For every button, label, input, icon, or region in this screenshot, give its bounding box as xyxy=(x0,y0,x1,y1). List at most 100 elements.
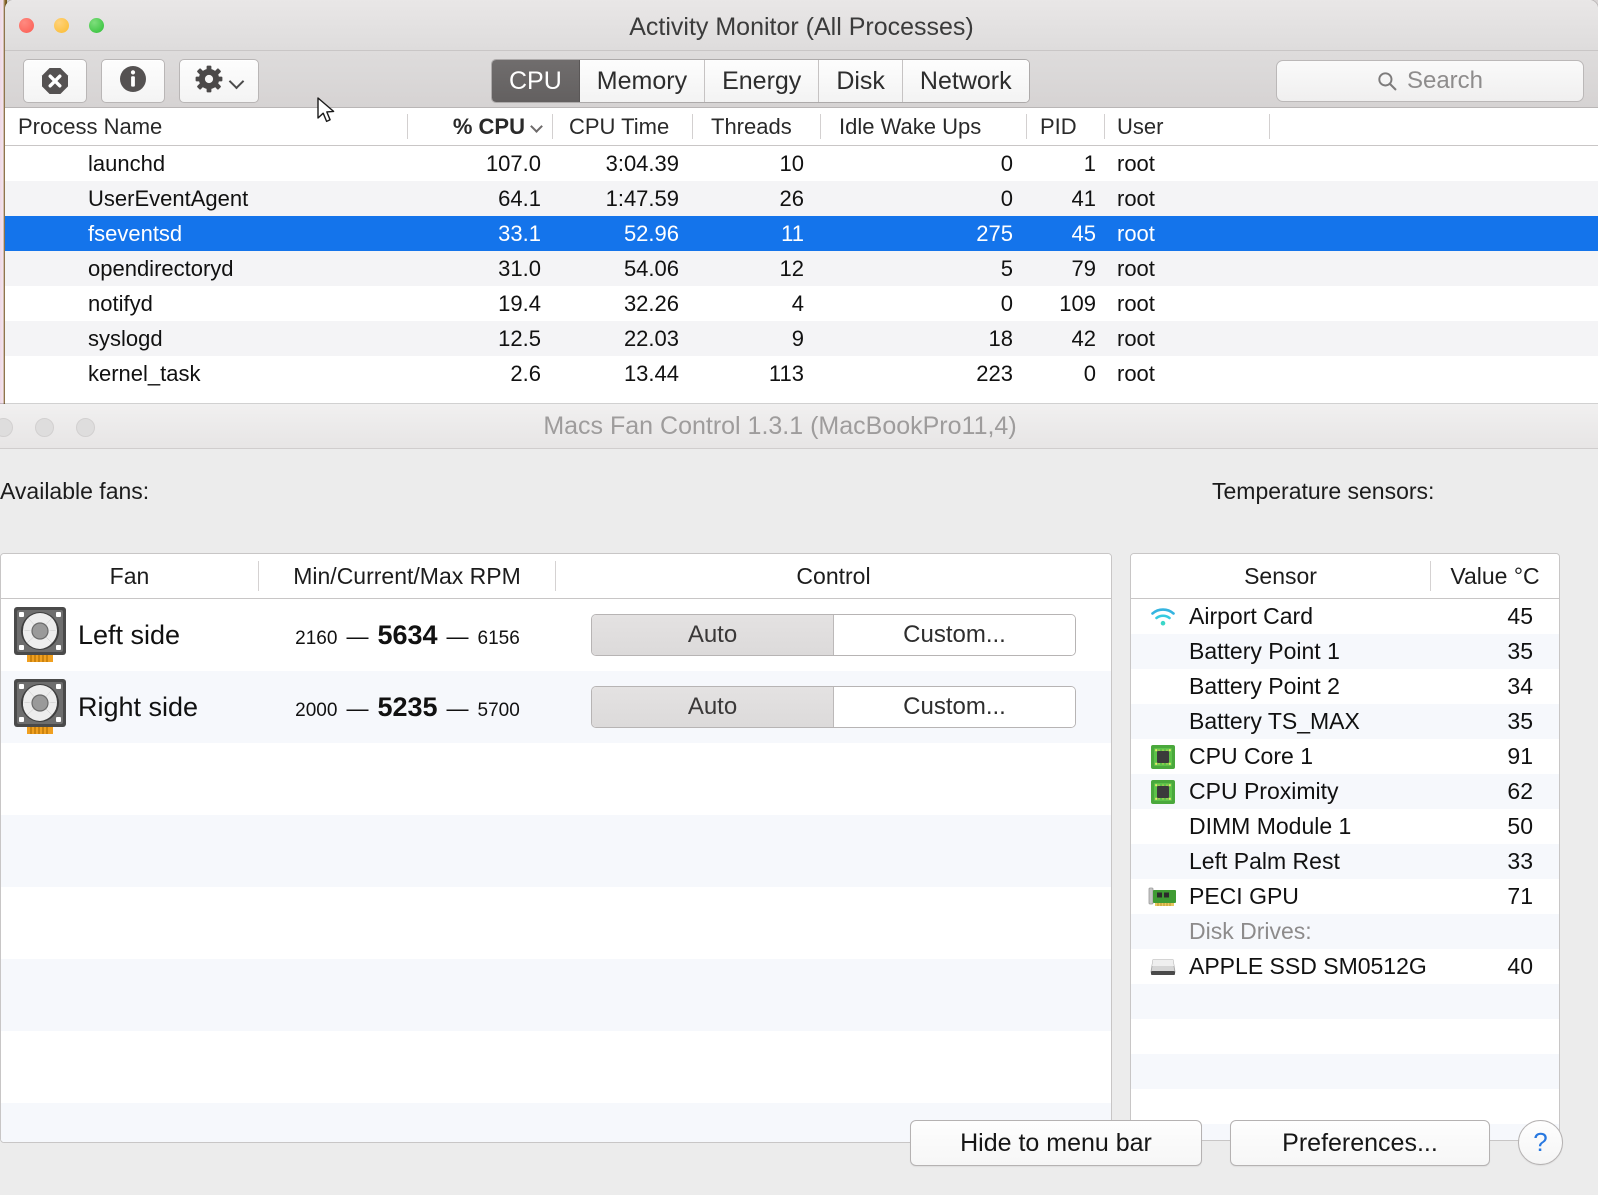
tab-energy[interactable]: Energy xyxy=(705,60,820,102)
empty-row xyxy=(1,815,1111,887)
fan-row-left-side[interactable]: Left side 2160 — 5634 — 6156 Auto Custom… xyxy=(1,599,1111,671)
sensor-row[interactable]: Left Palm Rest 33 xyxy=(1131,844,1559,879)
rpm-separator: — xyxy=(446,695,469,721)
table-row-selected[interactable]: fseventsd 33.1 52.96 11 275 45 root xyxy=(5,216,1598,251)
chevron-down-icon xyxy=(230,75,243,88)
cpu-chip-icon xyxy=(1131,744,1189,770)
help-button[interactable]: ? xyxy=(1518,1120,1563,1165)
cell-idle-wake-ups: 18 xyxy=(988,325,1013,351)
column-header-process-name[interactable]: Process Name xyxy=(5,114,408,139)
cell-cpu-time: 3:04.39 xyxy=(605,150,679,176)
column-header-cpu[interactable]: % CPU xyxy=(408,114,553,139)
cell-idle-wake-ups: 275 xyxy=(976,220,1013,246)
fan-rpm-current: 5235 xyxy=(377,691,438,722)
preferences-button[interactable]: Preferences... xyxy=(1230,1120,1490,1166)
cell-threads: 9 xyxy=(791,325,804,351)
activity-monitor-titlebar: Activity Monitor (All Processes) xyxy=(5,0,1598,51)
empty-row xyxy=(1,887,1111,959)
tab-cpu[interactable]: CPU xyxy=(492,60,580,102)
fan-row-right-side[interactable]: Right side 2000 — 5235 — 5700 Auto Custo… xyxy=(1,671,1111,743)
fan-name: Right side xyxy=(78,691,199,722)
cell-process-name: fseventsd xyxy=(88,220,183,246)
cell-user: root xyxy=(1117,255,1155,281)
cell-cpu: 2.6 xyxy=(510,360,541,386)
fan-control-cell: Auto Custom... xyxy=(556,686,1111,728)
tab-network[interactable]: Network xyxy=(902,60,1029,102)
table-row[interactable]: syslogd 12.5 22.03 9 18 42 root xyxy=(5,321,1598,356)
sensor-row[interactable]: CPU Core 1 91 xyxy=(1131,739,1559,774)
sensor-value: 62 xyxy=(1507,778,1533,804)
fan-control-cell: Auto Custom... xyxy=(556,614,1111,656)
hide-to-menu-bar-button[interactable]: Hide to menu bar xyxy=(910,1120,1202,1166)
sensor-name: APPLE SSD SM0512G xyxy=(1189,953,1427,979)
mouse-cursor xyxy=(317,97,337,125)
cell-threads: 113 xyxy=(768,360,804,386)
sensor-row[interactable]: PECI GPU 71 xyxy=(1131,879,1559,914)
sensor-value: 71 xyxy=(1507,883,1533,909)
sensor-name: CPU Proximity xyxy=(1189,778,1339,804)
cell-cpu-time: 13.44 xyxy=(623,360,679,386)
column-header-cpu-time[interactable]: CPU Time xyxy=(553,114,693,139)
empty-row xyxy=(1,1031,1111,1103)
sensor-row[interactable]: Battery Point 1 35 xyxy=(1131,634,1559,669)
fan-auto-button[interactable]: Auto xyxy=(592,615,834,655)
cell-cpu: 33.1 xyxy=(498,220,541,246)
cell-user: root xyxy=(1117,325,1155,351)
sensor-table-header: Sensor Value °C xyxy=(1131,554,1559,599)
fan-custom-button[interactable]: Custom... xyxy=(834,615,1075,655)
empty-row xyxy=(1131,984,1559,1019)
sensor-row[interactable]: APPLE SSD SM0512G 40 xyxy=(1131,949,1559,984)
rpm-separator: — xyxy=(446,623,469,649)
sensor-row[interactable]: Battery TS_MAX 35 xyxy=(1131,704,1559,739)
window-title: Activity Monitor (All Processes) xyxy=(629,13,974,41)
sensor-row[interactable]: Battery Point 2 34 xyxy=(1131,669,1559,704)
column-header-user[interactable]: User xyxy=(1105,114,1270,139)
fan-rpm-current: 5634 xyxy=(377,619,438,650)
fan-rpm-max: 5700 xyxy=(477,699,520,721)
cell-idle-wake-ups: 0 xyxy=(1000,290,1013,316)
tab-disk[interactable]: Disk xyxy=(819,60,903,102)
rpm-separator: — xyxy=(346,695,369,721)
rpm-separator: — xyxy=(346,623,369,649)
fan-table: Fan Min/Current/Max RPM Control Left sid… xyxy=(0,553,1112,1143)
quit-process-button[interactable] xyxy=(23,59,87,103)
fan-table-header: Fan Min/Current/Max RPM Control xyxy=(1,554,1111,599)
column-header-idle-wake-ups[interactable]: Idle Wake Ups xyxy=(821,114,1027,139)
table-row[interactable]: notifyd 19.4 32.26 4 0 109 root xyxy=(5,286,1598,321)
sensor-row[interactable]: CPU Proximity 62 xyxy=(1131,774,1559,809)
sensor-row[interactable]: Airport Card 45 xyxy=(1131,599,1559,634)
fan-custom-button[interactable]: Custom... xyxy=(834,687,1075,727)
table-row[interactable]: kernel_task 2.6 13.44 113 223 0 root xyxy=(5,356,1598,391)
cell-process-name: opendirectoryd xyxy=(88,255,234,281)
cell-threads: 10 xyxy=(779,150,804,176)
cell-idle-wake-ups: 223 xyxy=(976,360,1013,386)
fan-auto-button[interactable]: Auto xyxy=(592,687,834,727)
search-input[interactable]: Search xyxy=(1276,60,1584,102)
fan-rpm-min: 2000 xyxy=(295,699,338,721)
inspect-process-button[interactable] xyxy=(101,59,165,103)
tab-memory[interactable]: Memory xyxy=(579,60,706,102)
column-header-pid[interactable]: PID xyxy=(1027,114,1105,139)
cell-pid: 41 xyxy=(1071,185,1096,211)
cell-process-name: notifyd xyxy=(88,290,153,316)
fan-control-segmented: Auto Custom... xyxy=(591,686,1076,728)
bottom-button-bar: Hide to menu bar Preferences... ? xyxy=(0,1100,1598,1195)
cell-process-name: UserEventAgent xyxy=(88,185,249,211)
table-row[interactable]: opendirectoryd 31.0 54.06 12 5 79 root xyxy=(5,251,1598,286)
chevron-down-icon xyxy=(531,122,544,132)
cell-idle-wake-ups: 0 xyxy=(1000,185,1013,211)
search-icon xyxy=(1377,71,1397,91)
cell-pid: 45 xyxy=(1071,220,1096,246)
table-row[interactable]: launchd 107.0 3:04.39 10 0 1 root xyxy=(5,146,1598,181)
sensor-row[interactable]: DIMM Module 1 50 xyxy=(1131,809,1559,844)
sensor-name: Battery Point 1 xyxy=(1189,638,1340,664)
cell-cpu: 31.0 xyxy=(498,255,541,281)
column-header-cpu-label: % CPU xyxy=(452,113,525,139)
empty-row xyxy=(1,743,1111,815)
gear-icon xyxy=(195,65,223,98)
fan-control-segmented: Auto Custom... xyxy=(591,614,1076,656)
column-header-threads[interactable]: Threads xyxy=(693,114,821,139)
table-row[interactable]: UserEventAgent 64.1 1:47.59 26 0 41 root xyxy=(5,181,1598,216)
settings-menu-button[interactable] xyxy=(179,59,259,103)
macs-fan-control-body: Available fans: Temperature sensors: Fan… xyxy=(0,449,1598,1195)
